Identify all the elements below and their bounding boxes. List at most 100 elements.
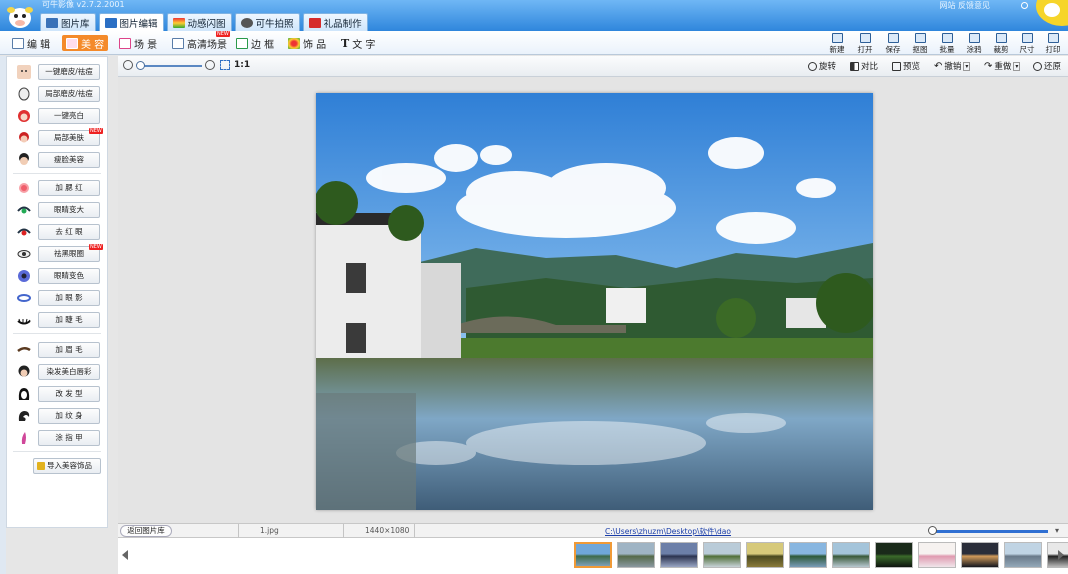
remove-red-eye-button[interactable]: 去 红 眼 <box>38 224 100 240</box>
doodle-button[interactable]: 涂鸦 <box>963 33 985 55</box>
undo-button[interactable]: ↶ 撤销 ▾ <box>934 60 971 72</box>
tool-decoration-label: 饰 品 <box>303 39 327 51</box>
zoom-slider[interactable] <box>138 65 202 67</box>
crop-button[interactable]: 裁剪 <box>990 33 1012 55</box>
scene-icon <box>119 37 131 49</box>
rotate-label: 旋转 <box>819 62 837 72</box>
import-button-label: 导入美容饰品 <box>47 461 92 470</box>
flash-image-icon <box>172 17 185 28</box>
tool-hd-scene[interactable]: 高清场景 NEW <box>172 31 230 51</box>
doodle-icon <box>968 33 980 43</box>
add-eyelash-button[interactable]: 加 睫 毛 <box>38 312 100 328</box>
cutout-button[interactable]: 抠图 <box>909 33 931 55</box>
tab-flash-image[interactable]: 动感闪图 <box>166 13 232 31</box>
filmstrip-thumbnail[interactable] <box>961 542 999 568</box>
tool-beauty[interactable]: 美 容 <box>62 35 109 51</box>
filmstrip-thumbnail[interactable] <box>1004 542 1042 568</box>
zoom-out-icon[interactable] <box>123 60 133 70</box>
divider <box>343 524 344 538</box>
tool-beauty-label: 美 容 <box>81 39 105 51</box>
tool-edit[interactable]: 编 辑 <box>12 35 50 51</box>
one-click-smooth-button[interactable]: 一键磨皮/祛痘 <box>38 64 100 80</box>
zoom-slider-handle[interactable] <box>136 61 145 70</box>
filmstrip-thumbnail[interactable] <box>789 542 827 568</box>
tool-decoration[interactable]: 饰 品 <box>288 35 326 51</box>
add-blush-button[interactable]: 加 腮 红 <box>38 180 100 196</box>
print-button[interactable]: 打印 <box>1042 33 1064 55</box>
eye-enlarge-button[interactable]: 眼睛变大 <box>38 202 100 218</box>
slim-face-button[interactable]: 瘦脸美容 <box>38 152 100 168</box>
doodle-button-label: 涂鸦 <box>966 45 982 54</box>
add-eyebrow-button[interactable]: 加 眉 毛 <box>38 342 100 358</box>
status-bar: 返回图片库 1.jpg 1440×1080 C:\Users\zhuzm\Des… <box>118 523 1068 538</box>
tool-edit-label: 编 辑 <box>27 39 51 51</box>
filmstrip-thumbnail[interactable] <box>832 542 870 568</box>
edit-picture-icon <box>104 17 117 28</box>
batch-button[interactable]: 批量 <box>936 33 958 55</box>
filmstrip-thumbnail[interactable] <box>875 542 913 568</box>
tab-edit-picture[interactable]: 图片编辑 <box>98 13 164 31</box>
nail-polish-button[interactable]: 涂 指 甲 <box>38 430 100 446</box>
new-button-label: 新建 <box>829 45 845 54</box>
cutout-icon <box>914 33 926 43</box>
tab-gallery[interactable]: 图片库 <box>40 13 96 31</box>
open-button[interactable]: 打开 <box>854 33 876 55</box>
redo-button[interactable]: ↷ 重做 ▾ <box>984 60 1021 72</box>
filmstrip-thumbnail[interactable] <box>660 542 698 568</box>
tool-frame-label: 边 框 <box>251 39 275 51</box>
tab-gift[interactable]: 礼品制作 <box>302 13 368 31</box>
filmstrip-thumbnail[interactable] <box>918 542 956 568</box>
blush-icon <box>16 180 31 195</box>
landscape-photo <box>316 93 873 510</box>
filmstrip-next-icon[interactable] <box>1058 550 1064 560</box>
new-button[interactable]: 新建 <box>826 33 848 55</box>
filmstrip-thumbnail[interactable] <box>746 542 784 568</box>
fit-window-icon[interactable] <box>220 60 230 70</box>
zoom-actual-size[interactable]: 1:1 <box>234 60 250 70</box>
save-button[interactable]: 保存 <box>882 33 904 55</box>
redo-dropdown-icon[interactable]: ▾ <box>1013 61 1021 71</box>
filmstrip-prev-icon[interactable] <box>122 550 128 560</box>
tool-scene[interactable]: 场 景 <box>119 35 157 51</box>
beauty-item: 涂 指 甲 <box>7 429 107 447</box>
undo-dropdown-icon[interactable]: ▾ <box>963 61 971 71</box>
eyebrow-icon <box>16 342 31 357</box>
tool-text-label: 文 字 <box>352 39 376 51</box>
compare-button[interactable]: 对比 <box>850 60 878 72</box>
preview-label: 预览 <box>903 62 921 72</box>
restore-button[interactable]: 还原 <box>1033 60 1061 72</box>
hair-dye-button[interactable]: 染发美白唇彩 <box>38 364 100 380</box>
tool-frame[interactable]: 边 框 <box>236 35 274 51</box>
filmstrip-thumbnail[interactable] <box>617 542 655 568</box>
filmstrip-thumbnail[interactable] <box>703 542 741 568</box>
hairstyle-icon <box>16 386 31 401</box>
import-beauty-decor-button[interactable]: 导入美容饰品 <box>33 458 101 474</box>
filmstrip-thumbnail[interactable] <box>574 542 612 568</box>
divider <box>13 451 101 452</box>
rotate-button[interactable]: 旋转 <box>808 60 836 72</box>
restore-icon <box>1033 61 1042 71</box>
preview-button[interactable]: 预览 <box>892 60 920 72</box>
skin-smooth-icon <box>16 64 31 79</box>
partial-smooth-button[interactable]: 局部磨皮/祛痘 <box>38 86 100 102</box>
eye-color-button[interactable]: 眼睛变色 <box>38 268 100 284</box>
gift-icon <box>308 17 321 28</box>
add-eye-shadow-button[interactable]: 加 眼 影 <box>38 290 100 306</box>
expand-icon[interactable]: ▾ <box>1055 526 1059 535</box>
zoom-in-icon[interactable] <box>205 60 215 70</box>
one-click-whitening-button[interactable]: 一键亮白 <box>38 108 100 124</box>
resize-button[interactable]: 尺寸 <box>1016 33 1038 55</box>
tool-text[interactable]: T 文 字 <box>341 35 375 51</box>
beauty-item: 加 眼 影 <box>7 289 107 307</box>
top-links[interactable]: 网站 反馈意见 <box>939 0 990 11</box>
edited-photo[interactable] <box>316 93 873 510</box>
image-dimensions: 1440×1080 <box>365 526 410 535</box>
change-hairstyle-button[interactable]: 改 发 型 <box>38 386 100 402</box>
back-to-gallery-button[interactable]: 返回图片库 <box>120 525 172 537</box>
beauty-item: 染发美白唇彩 <box>7 363 107 381</box>
tab-camera[interactable]: 可牛拍照 <box>234 13 300 31</box>
add-tattoo-button[interactable]: 加 纹 身 <box>38 408 100 424</box>
thumbnail-size-handle[interactable] <box>928 526 937 535</box>
folder-path-link[interactable]: C:\Users\zhuzm\Desktop\软件\dao <box>605 526 731 537</box>
thumbnail-size-slider[interactable] <box>930 530 1048 533</box>
